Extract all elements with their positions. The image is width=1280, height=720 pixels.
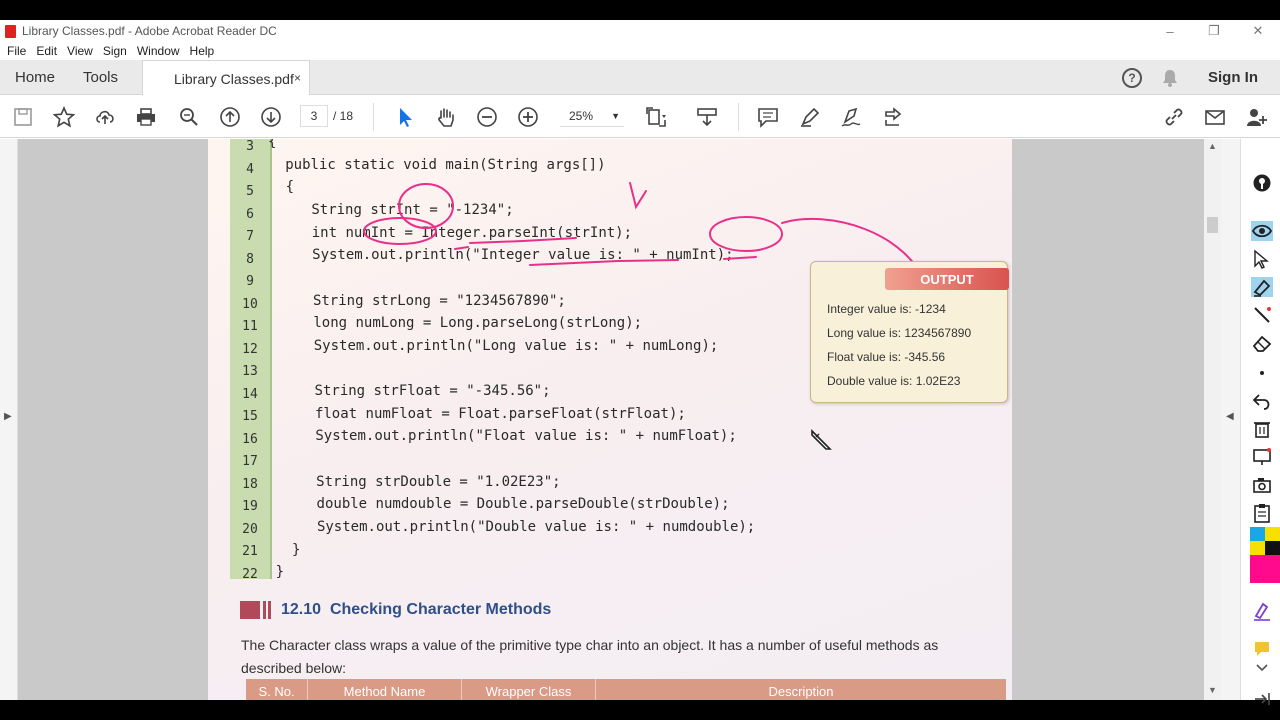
output-box: OUTPUT Integer value is: -1234 Long valu… [810,261,1009,403]
zoom-level-select[interactable]: 25% ▼ [560,105,624,127]
scroll-down-icon[interactable]: ▼ [1208,685,1217,695]
tab-home[interactable]: Home [15,60,55,95]
undo-icon[interactable] [1251,391,1273,411]
toolbar-divider [738,103,739,131]
close-window-button[interactable]: ✕ [1236,20,1280,42]
tab-bar: Home Tools Library Classes.pdf × ? Sign … [0,60,1280,96]
select-pointer-icon[interactable] [393,105,417,129]
highlight-pen-icon[interactable] [798,105,822,129]
line-tool-icon[interactable] [1251,305,1273,325]
section-number: 12.10 [281,601,322,618]
tab-document[interactable]: Library Classes.pdf × [142,60,310,96]
menu-window[interactable]: Window [137,44,180,58]
output-line-long: Long value is: 1234567890 [827,326,972,340]
print-icon[interactable] [134,105,158,129]
vertical-scrollbar[interactable]: ▲ ▼ [1204,139,1221,700]
main-toolbar: 3 / 18 25% ▼ [0,95,1280,138]
zoom-level-value: 25% [569,108,594,123]
right-panel-toggle[interactable]: ◀ [1221,139,1240,700]
hand-tool-icon[interactable] [434,105,458,129]
table-header-cell: Method Name [308,679,462,700]
menu-edit[interactable]: Edit [36,44,57,58]
window-controls: – ❐ ✕ [1148,20,1280,42]
right-tools-panel [1240,139,1280,705]
section-heading: 12.10 Checking Character Methods [281,601,551,619]
document-tab-label: Library Classes.pdf [174,70,294,87]
scroll-mode-icon[interactable] [695,105,719,129]
zoom-in-icon[interactable] [516,105,540,129]
tab-tools[interactable]: Tools [83,60,118,95]
target-icon[interactable] [1251,173,1273,193]
cloud-upload-icon[interactable] [93,105,117,129]
color-palette[interactable] [1250,527,1280,583]
eye-icon[interactable] [1251,221,1273,241]
chevron-down-icon: ▼ [611,110,620,121]
fit-page-icon[interactable] [644,105,668,129]
left-panel-toggle[interactable]: ▶ [0,139,18,700]
dot-size-icon[interactable] [1251,363,1273,383]
page-number-input[interactable]: 3 [300,105,328,127]
output-line-float: Float value is: -345.56 [827,350,946,364]
marker-icon[interactable] [1251,277,1273,297]
menu-help[interactable]: Help [190,44,215,58]
fill-sign-icon[interactable] [1251,601,1273,621]
page-total: / 18 [333,109,354,123]
header-right: ? Sign In [1122,60,1280,95]
chevron-down-icon[interactable] [1251,657,1273,677]
section-title-text: Checking Character Methods [329,601,552,618]
bell-icon[interactable] [1160,68,1180,88]
eraser-icon[interactable] [1251,333,1273,353]
add-user-icon[interactable] [1244,105,1268,129]
toolbar-divider [373,103,374,131]
scroll-up-icon[interactable]: ▲ [1208,141,1217,151]
table-header-cell: S. No. [246,679,308,700]
camera-icon[interactable] [1251,475,1273,495]
link-icon[interactable] [1162,105,1186,129]
output-line-double: Double value is: 1.02E23 [827,374,961,388]
output-label: OUTPUT [885,268,1009,290]
page-up-icon[interactable] [218,105,242,129]
method-table-header: S. No. Method Name Wrapper Class Descrip… [246,679,1006,700]
document-viewer[interactable]: ▶ 3{4 public static void main(String arg… [0,139,1240,700]
pointer-icon[interactable] [1251,249,1273,269]
trash-icon[interactable] [1251,419,1273,439]
pdf-page: 3{4 public static void main(String args[… [208,139,1012,700]
help-icon[interactable]: ? [1122,67,1142,88]
pencil-cursor-icon [811,429,832,450]
window-title: Library Classes.pdf - Adobe Acrobat Read… [22,24,277,38]
restore-button[interactable]: ❐ [1192,20,1236,42]
clipboard-icon[interactable] [1251,503,1273,523]
menu-view[interactable]: View [67,44,93,58]
pdf-app-icon [5,24,16,38]
collapse-panel-icon[interactable] [1251,689,1273,709]
chevron-left-icon: ◀ [1226,411,1234,422]
email-icon[interactable] [1203,105,1227,129]
menu-sign[interactable]: Sign [103,44,127,58]
acrobat-window: Library Classes.pdf - Adobe Acrobat Read… [0,20,1280,705]
scrollbar-thumb[interactable] [1207,217,1218,233]
close-tab-icon[interactable]: × [294,71,301,85]
sign-in-link[interactable]: Sign In [1208,69,1258,86]
paragraph-line-2: described below: [241,660,347,676]
menu-file[interactable]: File [7,44,26,58]
star-icon[interactable] [52,105,76,129]
zoom-search-icon[interactable] [177,105,201,129]
table-header-cell: Wrapper Class [462,679,596,700]
minimize-button[interactable]: – [1148,20,1192,42]
paragraph-line-1: The Character class wraps a value of the… [241,637,939,653]
comment-note-icon[interactable] [1251,639,1273,659]
save-icon[interactable] [11,105,35,129]
sign-pen-icon[interactable] [839,105,863,129]
screen-icon[interactable] [1251,447,1273,467]
share-icon[interactable] [881,105,905,129]
chevron-right-icon: ▶ [4,411,12,422]
output-line-integer: Integer value is: -1234 [827,302,946,316]
title-bar: Library Classes.pdf - Adobe Acrobat Read… [0,20,1280,42]
table-header-cell: Description [768,683,834,699]
section-marker [240,601,274,619]
comment-icon[interactable] [756,105,780,129]
page-down-icon[interactable] [259,105,283,129]
zoom-out-icon[interactable] [475,105,499,129]
menu-bar: File Edit View Sign Window Help [0,42,1280,60]
